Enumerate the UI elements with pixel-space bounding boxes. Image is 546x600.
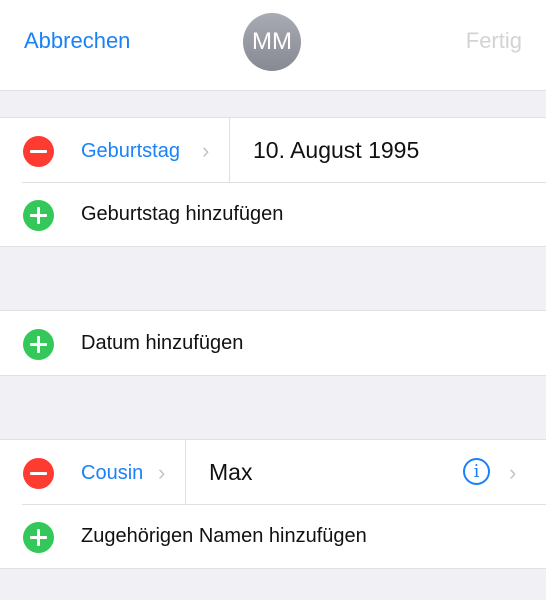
avatar[interactable]: MM xyxy=(243,13,301,71)
birthday-section: Geburtstag › 10. August 1995 Geburtstag … xyxy=(0,117,546,247)
done-button[interactable]: Fertig xyxy=(466,28,522,54)
divider xyxy=(229,118,230,182)
related-name-field[interactable]: Max xyxy=(209,459,252,486)
birthday-value-field[interactable]: 10. August 1995 xyxy=(253,137,419,164)
add-related-name-label: Zugehörigen Namen hinzufügen xyxy=(81,525,367,547)
cancel-button[interactable]: Abbrechen xyxy=(24,28,130,54)
add-related-name-button[interactable] xyxy=(23,522,54,553)
related-name-row: Cousin › Max i › xyxy=(0,440,546,504)
add-date-label: Datum hinzufügen xyxy=(81,332,244,354)
minus-icon xyxy=(30,472,47,475)
add-birthday-label: Geburtstag hinzufügen xyxy=(81,203,284,225)
minus-icon xyxy=(30,150,47,153)
add-date-row[interactable]: Datum hinzufügen xyxy=(0,311,546,375)
add-related-name-row[interactable]: Zugehörigen Namen hinzufügen xyxy=(0,504,546,568)
chevron-right-icon[interactable]: › xyxy=(509,460,516,486)
divider xyxy=(185,440,186,504)
birthday-row: Geburtstag › 10. August 1995 xyxy=(0,118,546,182)
add-date-button[interactable] xyxy=(23,329,54,360)
dates-section: Datum hinzufügen xyxy=(0,310,546,376)
navigation-bar: Abbrechen MM Fertig xyxy=(0,0,546,91)
relation-label-button[interactable]: Cousin xyxy=(81,462,143,485)
add-birthday-button[interactable] xyxy=(23,200,54,231)
add-birthday-row[interactable]: Geburtstag hinzufügen xyxy=(0,182,546,246)
birthday-label-button[interactable]: Geburtstag xyxy=(81,140,180,163)
delete-birthday-button[interactable] xyxy=(23,136,54,167)
delete-related-name-button[interactable] xyxy=(23,458,54,489)
chevron-right-icon: › xyxy=(202,138,210,163)
info-icon[interactable]: i xyxy=(463,458,490,485)
related-names-section: Cousin › Max i › Zugehörigen Namen hinzu… xyxy=(0,439,546,569)
chevron-right-icon: › xyxy=(158,460,166,485)
